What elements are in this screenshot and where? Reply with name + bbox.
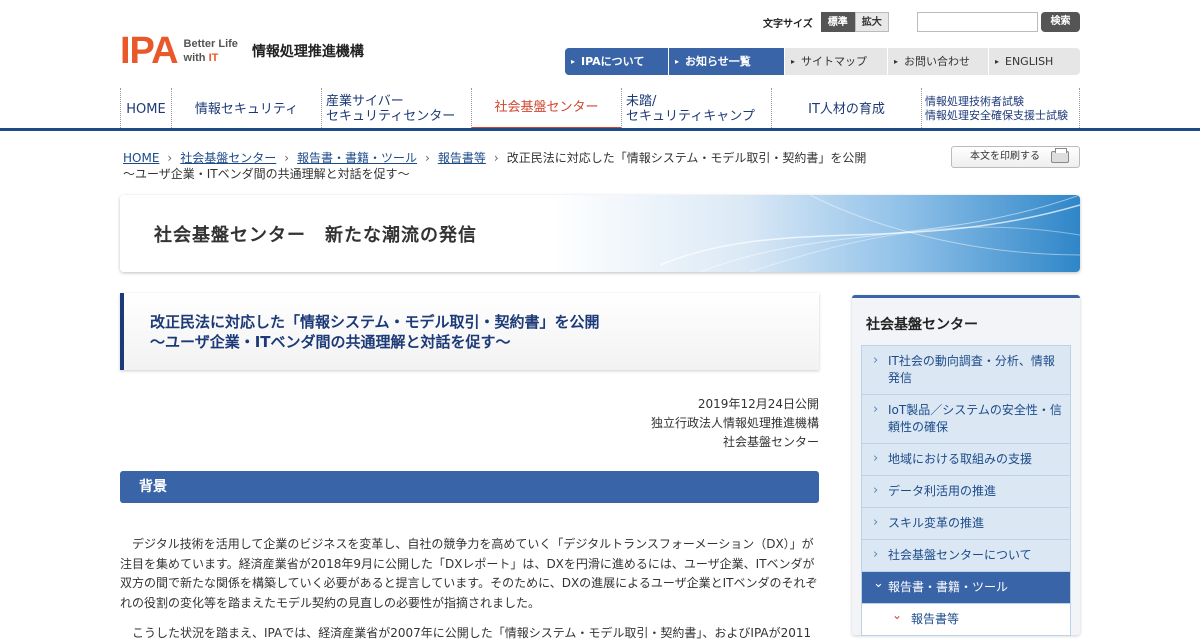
- util-nav-english[interactable]: ENGLISH: [989, 48, 1080, 75]
- print-button-label: 本文を印刷する: [970, 151, 1040, 162]
- sidebar-item-regional-support[interactable]: 地域における取組みの支援: [862, 444, 1070, 476]
- gnav-social-infra[interactable]: 社会基盤センター: [471, 88, 621, 130]
- sidebar-item-data-utilization[interactable]: データ利活用の推進: [862, 476, 1070, 508]
- site-header: IPA Better Life with IT 情報処理推進機構 文字サイズ 標…: [0, 0, 1200, 131]
- util-nav-about[interactable]: IPAについて: [565, 48, 669, 75]
- sidebar-item-skill-transformation[interactable]: スキル変革の推進: [862, 508, 1070, 540]
- util-nav-news[interactable]: お知らせ一覧: [669, 48, 785, 75]
- gnav-security-label: 情報セキュリティ: [194, 101, 299, 117]
- logo-tagline: Better Life with IT: [184, 37, 238, 65]
- sidebar-title: 社会基盤センター: [866, 317, 978, 333]
- gnav-security[interactable]: 情報セキュリティ: [171, 88, 321, 130]
- breadcrumb: HOME › 社会基盤センター › 報告書・書籍・ツール › 報告書等 › 改正民法に対応した「…: [123, 150, 883, 182]
- gnav-exams[interactable]: 情報処理技術者試験 情報処理安全確保支援士試験: [921, 88, 1080, 130]
- gnav-social-infra-label: 社会基盤センター: [494, 100, 599, 115]
- breadcrumb-separator-icon: ›: [425, 151, 430, 165]
- publisher-department: 社会基盤センター: [722, 435, 819, 449]
- breadcrumb-link-home[interactable]: HOME: [123, 151, 159, 165]
- search-input[interactable]: [917, 12, 1038, 32]
- org-name: 情報処理推進機構: [251, 44, 364, 60]
- breadcrumb-separator-icon: ›: [493, 151, 499, 165]
- gnav-icscoe[interactable]: 産業サイバー セキュリティセンター: [321, 88, 471, 130]
- sidebar-item-iot-safety[interactable]: IoT製品／システムの安全性・信頼性の確保: [862, 395, 1070, 444]
- article-paragraph-1: デジタル技術を活用して企業のビジネスを変革し、自社の競争力を高めていく「デジタル…: [120, 537, 818, 610]
- gnav-it-talent-label: IT人材の育成: [808, 101, 885, 117]
- breadcrumb-separator-icon: ›: [167, 151, 173, 165]
- search-button[interactable]: 検索: [1041, 12, 1080, 32]
- banner-title: 社会基盤センター 新たな潮流の発信: [154, 225, 477, 246]
- gnav-mitou-camp-label-1: 未踏/: [626, 94, 657, 109]
- gnav-exams-label-1: 情報処理技術者試験: [925, 95, 1024, 108]
- logo-tagline-it: IT: [208, 52, 219, 64]
- publication-info: 2019年12月24日公開 独立行政法人情報処理推進機構 社会基盤センター: [520, 395, 819, 452]
- section-banner: 社会基盤センター 新たな潮流の発信: [120, 195, 1080, 272]
- ipa-logo[interactable]: IPA Better Life with IT 情報処理推進機構: [120, 32, 364, 70]
- font-size-label: 文字サイズ: [763, 18, 813, 30]
- nav-underline-bar: [0, 128, 1200, 131]
- gnav-mitou-camp-label-2: セキュリティキャンプ: [626, 109, 755, 124]
- article-title-box: 改正民法に対応した「情報システム・モデル取引・契約書」を公開 ～ユーザ企業・IT…: [120, 293, 819, 370]
- gnav-home-label: HOME: [126, 101, 166, 117]
- font-size-switcher: 文字サイズ 標準 拡大: [763, 12, 889, 32]
- article-title-line1: 改正民法に対応した「情報システム・モデル取引・契約書」を公開: [150, 313, 600, 331]
- logo-tagline-line2-prefix: with: [183, 52, 209, 64]
- gnav-mitou-camp[interactable]: 未踏/ セキュリティキャンプ: [621, 88, 771, 130]
- publisher-name: 独立行政法人情報処理推進機構: [650, 416, 819, 430]
- printer-icon: [1051, 148, 1069, 163]
- article-paragraph-2: こうした状況を踏まえ、IPAでは、経済産業省が2007年に公開した「情報システム…: [132, 626, 812, 640]
- gnav-icscoe-label-2: セキュリティセンター: [326, 109, 456, 124]
- logo-tagline-line1: Better Life: [183, 38, 238, 50]
- publication-date: 2019年12月24日公開: [697, 397, 819, 411]
- article-title-line2: ～ユーザ企業・ITベンダ間の共通理解と対話を促す～: [150, 333, 511, 351]
- util-nav-sitemap[interactable]: サイトマップ: [785, 48, 888, 75]
- banner-decoration: [660, 195, 1080, 272]
- sidebar-item-about-center[interactable]: 社会基盤センターについて: [862, 540, 1070, 572]
- breadcrumb-current-line2: ～ユーザ企業・ITベンダ間の共通理解と対話を促す～: [123, 167, 410, 181]
- breadcrumb-current-line1: 改正民法に対応した「情報システム・モデル取引・契約書」を公開: [506, 151, 867, 165]
- gnav-exams-label-2: 情報処理安全確保支援士試験: [925, 109, 1068, 122]
- util-nav-contact[interactable]: お問い合わせ: [888, 48, 989, 75]
- gnav-home[interactable]: HOME: [120, 88, 171, 130]
- global-nav: HOME 情報セキュリティ 産業サイバー セキュリティセンター 社会基盤センター…: [120, 88, 1080, 130]
- breadcrumb-link-social-infra[interactable]: 社会基盤センター: [180, 151, 276, 165]
- sidebar: 社会基盤センター IT社会の動向調査・分析、情報発信 IoT製品／システムの安全…: [852, 295, 1080, 636]
- sidebar-subitem-reports[interactable]: 報告書等: [862, 604, 1070, 635]
- print-button[interactable]: 本文を印刷する: [951, 146, 1080, 168]
- sidebar-menu: IT社会の動向調査・分析、情報発信 IoT製品／システムの安全性・信頼性の確保 …: [861, 345, 1071, 636]
- sidebar-item-reports-books-tools[interactable]: 報告書・書籍・ツール: [862, 572, 1070, 604]
- utility-nav: IPAについて お知らせ一覧 サイトマップ お問い合わせ ENGLISH: [565, 48, 1080, 75]
- breadcrumb-link-reports-books-tools[interactable]: 報告書・書籍・ツール: [297, 151, 417, 165]
- breadcrumb-link-reports[interactable]: 報告書等: [438, 151, 486, 165]
- logo-mark: IPA: [120, 30, 179, 72]
- section-heading-background: 背景: [120, 471, 819, 503]
- font-size-standard-button[interactable]: 標準: [820, 12, 855, 32]
- article-body: デジタル技術を活用して企業のビジネスを変革し、自社の競争力を高めていく「デジタル…: [120, 535, 819, 644]
- gnav-it-talent[interactable]: IT人材の育成: [771, 88, 921, 130]
- font-size-large-button[interactable]: 拡大: [854, 12, 889, 32]
- sidebar-item-it-trends[interactable]: IT社会の動向調査・分析、情報発信: [862, 346, 1070, 395]
- gnav-icscoe-label-1: 産業サイバー: [326, 94, 404, 109]
- breadcrumb-separator-icon: ›: [284, 151, 290, 165]
